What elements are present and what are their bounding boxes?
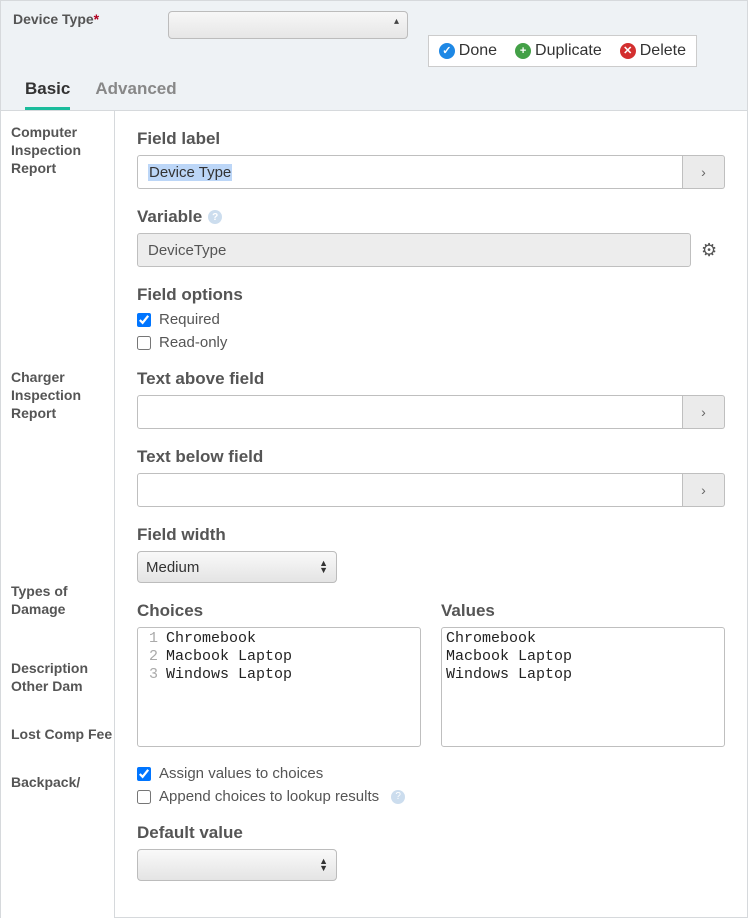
field-list-sidebar: Computer Inspection Report Charger Inspe… — [0, 111, 114, 918]
readonly-checkbox[interactable] — [137, 336, 151, 350]
values-content[interactable]: Chromebook Macbook Laptop Windows Laptop — [442, 628, 576, 746]
settings-panel: Field label Device Type › Variable ? ⚙ F… — [114, 111, 748, 918]
chevron-right-icon: › — [701, 482, 706, 498]
select-arrows-icon: ▲▼ — [319, 858, 328, 872]
plus-icon: + — [515, 43, 531, 59]
tab-advanced[interactable]: Advanced — [95, 79, 176, 110]
text-above-input[interactable] — [137, 395, 683, 429]
chevron-right-icon: › — [701, 164, 706, 180]
actions-toolbar: ✓ Done + Duplicate ✕ Delete — [428, 35, 697, 67]
check-icon: ✓ — [439, 43, 455, 59]
text-below-input[interactable] — [137, 473, 683, 507]
sidebar-item[interactable]: Description Other Dam — [11, 659, 114, 695]
gear-icon[interactable]: ⚙ — [701, 240, 725, 261]
variable-heading: Variable ? — [137, 207, 725, 227]
x-icon: ✕ — [620, 43, 636, 59]
values-heading: Values — [441, 601, 725, 621]
text-above-heading: Text above field — [137, 369, 725, 389]
delete-button[interactable]: ✕ Delete — [620, 42, 686, 60]
append-choices-checkbox[interactable] — [137, 790, 151, 804]
help-icon[interactable]: ? — [391, 790, 405, 804]
tab-bar: Basic Advanced — [13, 69, 735, 110]
done-button[interactable]: ✓ Done — [439, 42, 497, 60]
append-choices-checkbox-row[interactable]: Append choices to lookup results ? — [137, 788, 725, 805]
readonly-checkbox-row[interactable]: Read-only — [137, 334, 725, 351]
field-label-heading: Field label — [137, 129, 725, 149]
chevron-right-icon: › — [701, 404, 706, 420]
sidebar-item[interactable]: Charger Inspection Report — [11, 368, 114, 423]
field-preview-select[interactable] — [168, 11, 408, 39]
required-checkbox[interactable] — [137, 313, 151, 327]
text-below-heading: Text below field — [137, 447, 725, 467]
sidebar-item[interactable]: Computer Inspection Report — [11, 123, 114, 178]
editor-header: Device Type* ✓ Done + Duplicate ✕ Delete… — [0, 0, 748, 111]
choices-heading: Choices — [137, 601, 421, 621]
field-options-heading: Field options — [137, 285, 725, 305]
tab-basic[interactable]: Basic — [25, 79, 70, 110]
required-checkbox-row[interactable]: Required — [137, 311, 725, 328]
default-value-select[interactable]: ▲▼ — [137, 849, 337, 881]
help-icon[interactable]: ? — [208, 210, 222, 224]
expand-field-label-button[interactable]: › — [683, 155, 725, 189]
required-asterisk: * — [94, 11, 99, 27]
sidebar-item[interactable]: Backpack/ — [11, 773, 114, 791]
choices-editor[interactable]: 1 2 3 Chromebook Macbook Laptop Windows … — [137, 627, 421, 747]
field-width-select[interactable]: Medium ▲▼ — [137, 551, 337, 583]
values-editor[interactable]: Chromebook Macbook Laptop Windows Laptop — [441, 627, 725, 747]
field-preview-label: Device Type* — [13, 11, 153, 27]
duplicate-button[interactable]: + Duplicate — [515, 42, 602, 60]
choices-content[interactable]: Chromebook Macbook Laptop Windows Laptop — [162, 628, 296, 746]
expand-text-above-button[interactable]: › — [683, 395, 725, 429]
assign-values-checkbox-row[interactable]: Assign values to choices — [137, 765, 725, 782]
field-width-heading: Field width — [137, 525, 725, 545]
line-numbers: 1 2 3 — [138, 628, 162, 746]
assign-values-checkbox[interactable] — [137, 767, 151, 781]
variable-input[interactable] — [137, 233, 691, 267]
field-label-input[interactable]: Device Type — [137, 155, 683, 189]
default-value-heading: Default value — [137, 823, 725, 843]
sidebar-item[interactable]: Types of Damage — [11, 582, 114, 618]
expand-text-below-button[interactable]: › — [683, 473, 725, 507]
select-arrows-icon: ▲▼ — [319, 560, 328, 574]
sidebar-item[interactable]: Lost Comp Fee — [11, 725, 114, 743]
